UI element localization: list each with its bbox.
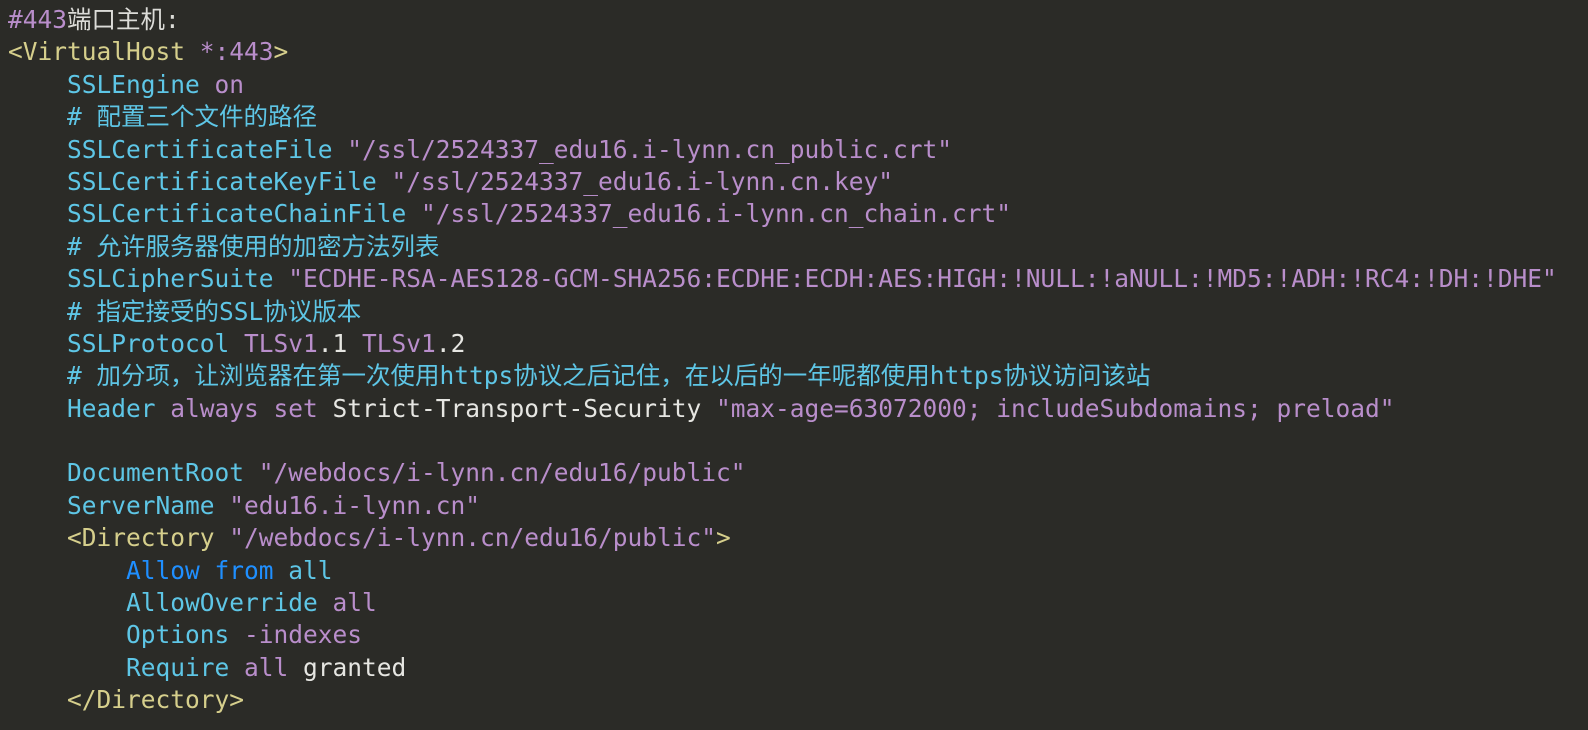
code-line[interactable]: Header always set Strict-Transport-Secur… — [8, 393, 1557, 425]
code-token: -indexes — [244, 620, 363, 650]
code-token: *:443 — [199, 37, 274, 67]
code-line[interactable]: Allow from all — [8, 555, 1557, 587]
code-token: all — [332, 588, 377, 618]
code-token: .1 — [317, 328, 363, 358]
code-token: Require — [8, 652, 245, 682]
code-token: SSLCertificateKeyFile — [8, 166, 392, 196]
code-token: "/webdocs/i-lynn.cn/edu16/public" — [258, 458, 746, 488]
code-token: Options — [8, 620, 245, 650]
code-token: "/webdocs/i-lynn.cn/edu16/public" — [229, 523, 717, 553]
code-line[interactable]: </Directory> — [8, 684, 1557, 716]
code-token: on — [214, 69, 245, 99]
code-editor[interactable]: #443端口主机: <VirtualHost *:443> SSLEngine o… — [0, 0, 1588, 730]
code-line[interactable]: AllowOverride all — [8, 587, 1557, 619]
code-token: ServerName — [8, 490, 230, 520]
code-token: SSLCertificateChainFile — [8, 199, 422, 229]
code-line[interactable]: SSLProtocol TLSv1.1 TLSv1.2 — [8, 328, 1557, 360]
code-line[interactable]: # 加分项，让浏览器在第一次使用https协议之后记住，在以后的一年呢都使用ht… — [8, 360, 1557, 392]
code-token: "max-age=63072000; includeSubdomains; pr… — [716, 393, 1395, 423]
code-line[interactable]: SSLCertificateKeyFile "/ssl/2524337_edu1… — [8, 166, 1557, 198]
code-line[interactable] — [8, 425, 1557, 457]
code-line[interactable]: SSLEngine on — [8, 69, 1557, 101]
code-token: > — [716, 523, 731, 553]
code-line[interactable]: SSLCertificateChainFile "/ssl/2524337_ed… — [8, 198, 1557, 230]
code-line[interactable]: SSLCertificateFile "/ssl/2524337_edu16.i… — [8, 134, 1557, 166]
code-token: "/ssl/2524337_edu16.i-lynn.cn.key" — [391, 166, 894, 196]
code-token: AllowOverride — [8, 588, 333, 618]
code-token: "/ssl/2524337_edu16.i-lynn.cn_chain.crt" — [421, 199, 1012, 229]
code-line[interactable]: # 允许服务器使用的加密方法列表 — [8, 231, 1557, 263]
code-line[interactable]: #443端口主机: — [8, 4, 1557, 36]
code-line[interactable]: ServerName "edu16.i-lynn.cn" — [8, 490, 1557, 522]
code-token: granted — [303, 652, 407, 682]
code-token: # 加分项，让浏览器在第一次使用https协议之后记住，在以后的一年呢都使用ht… — [8, 361, 1151, 391]
code-token: Allow from — [8, 555, 289, 585]
code-line[interactable]: # 指定接受的SSL协议版本 — [8, 296, 1557, 328]
code-token: Header — [8, 393, 171, 423]
code-token: # 指定接受的SSL协议版本 — [8, 296, 362, 326]
code-line[interactable]: SSLCipherSuite "ECDHE-RSA-AES128-GCM-SHA… — [8, 263, 1557, 295]
code-token: TLSv1 — [244, 328, 318, 358]
code-token: SSLCertificateFile — [8, 134, 348, 164]
code-line[interactable]: DocumentRoot "/webdocs/i-lynn.cn/edu16/p… — [8, 457, 1557, 489]
code-token: Strict-Transport-Security — [332, 393, 717, 423]
code-content[interactable]: #443端口主机: <VirtualHost *:443> SSLEngine o… — [8, 4, 1557, 717]
code-line[interactable]: <VirtualHost *:443> — [8, 36, 1557, 68]
code-token: SSLEngine — [8, 69, 215, 99]
code-token: "edu16.i-lynn.cn" — [229, 490, 481, 520]
code-line[interactable]: Options -indexes — [8, 619, 1557, 651]
code-token: > — [273, 37, 289, 67]
code-token: "ECDHE-RSA-AES128-GCM-SHA256:ECDHE:ECDH:… — [288, 264, 1557, 294]
code-line[interactable]: Require all granted — [8, 652, 1557, 684]
code-token: "/ssl/2524337_edu16.i-lynn.cn_public.crt… — [347, 134, 953, 164]
code-token: TLSv1 — [362, 328, 436, 358]
code-token: # 配置三个文件的路径 — [8, 102, 318, 132]
code-token: all — [244, 652, 304, 682]
code-token: #443 — [8, 5, 68, 34]
code-token: SSLCipherSuite — [8, 264, 289, 294]
code-token: # 允许服务器使用的加密方法列表 — [8, 231, 440, 261]
code-line[interactable]: <Directory "/webdocs/i-lynn.cn/edu16/pub… — [8, 522, 1557, 554]
code-token: 端口主机: — [67, 5, 180, 34]
code-token: .2 — [435, 328, 466, 358]
code-token: all — [288, 555, 333, 585]
code-token: <VirtualHost — [8, 37, 200, 67]
code-token: </Directory> — [8, 685, 245, 715]
code-line[interactable]: # 配置三个文件的路径 — [8, 101, 1557, 133]
code-token: always set — [170, 393, 333, 423]
code-token: DocumentRoot — [8, 458, 259, 488]
code-token: SSLProtocol — [8, 328, 245, 358]
code-token: <Directory — [8, 523, 230, 553]
